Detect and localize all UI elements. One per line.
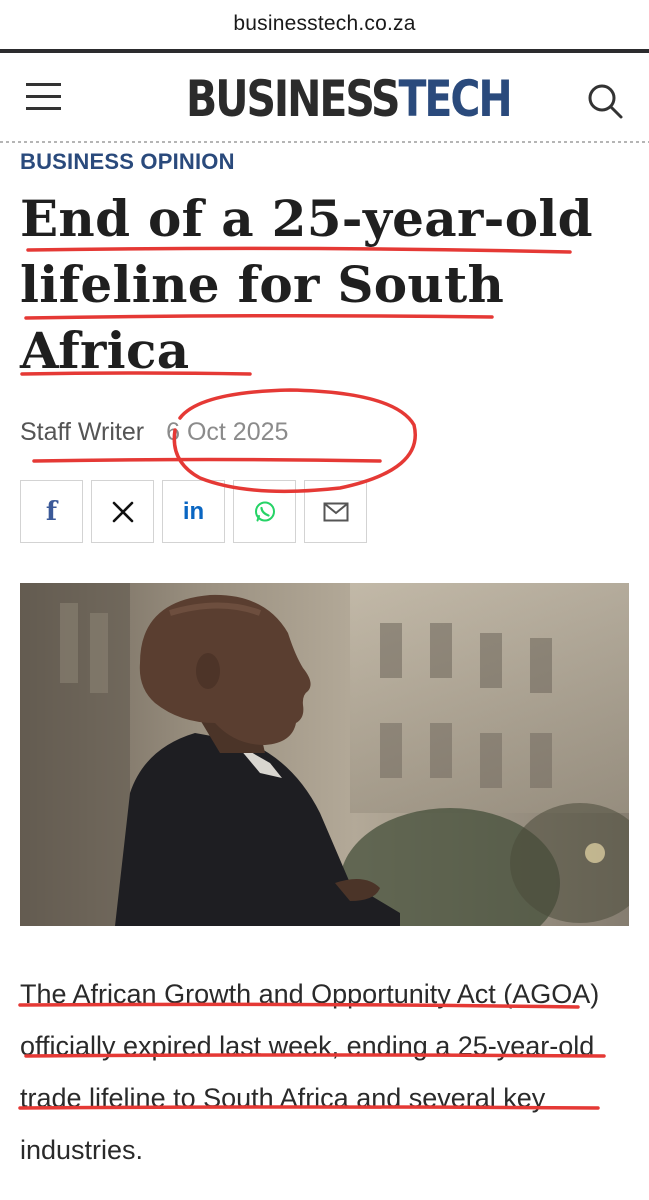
logo-tech: TECH bbox=[398, 70, 512, 128]
x-icon bbox=[112, 501, 133, 522]
publish-date: 6 Oct 2025 bbox=[166, 418, 289, 446]
url-text: businesstech.co.za bbox=[233, 12, 416, 35]
author-name[interactable]: Staff Writer bbox=[20, 418, 144, 446]
share-bar: f in bbox=[20, 480, 367, 543]
share-email-button[interactable] bbox=[304, 480, 367, 543]
hero-illustration bbox=[20, 583, 629, 926]
article-lede: The African Growth and Opportunity Act (… bbox=[20, 979, 600, 1165]
underline-byline bbox=[32, 457, 382, 463]
share-linkedin-button[interactable]: in bbox=[162, 480, 225, 543]
address-bar[interactable]: businesstech.co.za bbox=[0, 0, 649, 52]
share-whatsapp-button[interactable] bbox=[233, 480, 296, 543]
linkedin-icon: in bbox=[182, 497, 205, 525]
facebook-icon: f bbox=[45, 496, 58, 527]
site-header: BUSINESSTECH bbox=[0, 53, 649, 143]
search-icon[interactable] bbox=[586, 83, 624, 121]
share-x-button[interactable] bbox=[91, 480, 154, 543]
site-logo[interactable]: BUSINESSTECH bbox=[186, 70, 513, 128]
article-title: End of a 25-year-old lifeline for South … bbox=[20, 189, 593, 380]
article-category[interactable]: BUSINESS OPINION bbox=[20, 149, 235, 175]
byline: Staff Writer 6 Oct 2025 bbox=[20, 418, 288, 447]
hamburger-menu-icon[interactable] bbox=[26, 83, 61, 111]
share-facebook-button[interactable]: f bbox=[20, 480, 83, 543]
header-divider bbox=[0, 141, 649, 143]
email-icon bbox=[323, 502, 348, 521]
hero-image bbox=[20, 583, 629, 926]
logo-business: BUSINESS bbox=[186, 70, 401, 128]
whatsapp-icon bbox=[254, 501, 275, 521]
